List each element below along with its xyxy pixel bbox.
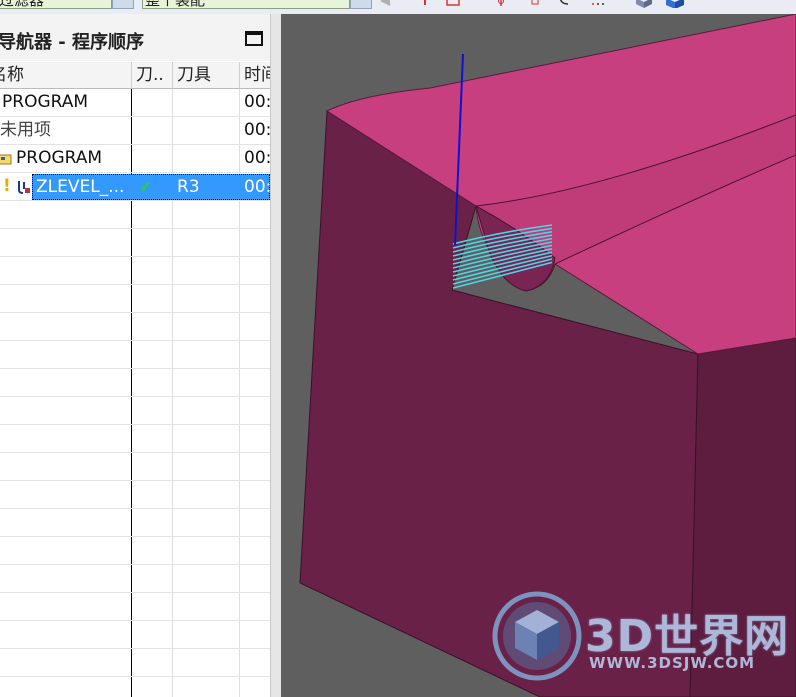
filter-combo[interactable]: 过滤器 [0,0,112,9]
empty-row [0,537,270,565]
watermark: 3D世界网 WWW.3DSJW.COM [491,590,791,690]
empty-row [0,397,270,425]
empty-row [0,481,270,509]
column-header-time[interactable]: 时间 [240,62,270,89]
empty-row [0,565,270,593]
empty-row [0,621,270,649]
empty-row [0,509,270,537]
warning-icon: ! [3,176,11,196]
shaded-cube-icon[interactable] [664,0,686,8]
arrow-left-icon[interactable] [378,0,392,8]
snap-center-icon[interactable] [494,0,508,8]
navigator-title: 工序导航器 - 程序顺序 [0,32,145,53]
row-name: PROGRAM [16,148,103,168]
operation-tool: R3 [177,177,200,197]
path-status-check-icon: ✔ [139,178,152,196]
empty-row [0,425,270,453]
column-header-tool[interactable]: 刀具 [173,62,240,89]
snap-point-icon[interactable] [418,0,432,8]
table-row[interactable]: PROGRAM 00: [0,89,270,117]
selection-highlight[interactable]: ZLEVEL_... ✔ R3 00: [32,174,272,200]
empty-row [0,677,270,697]
empty-row [0,229,270,257]
row-name: PROGRAM [2,92,89,112]
snap-grid-icon[interactable] [590,0,604,8]
view-orient-icon[interactable] [634,0,654,8]
maximize-icon[interactable] [245,31,263,46]
operation-time: 00: [244,177,272,197]
program-group-icon [0,154,12,165]
table-row[interactable]: PROGRAM 00: [0,145,270,173]
navigator-title-bar: 工序导航器 - 程序顺序 [0,14,280,61]
row-name: 未用项 [0,120,51,140]
watermark-url: WWW.3DSJW.COM [589,654,756,672]
column-header-path[interactable]: 刀.. [132,62,173,89]
assembly-dropdown-button[interactable] [350,0,372,9]
graphics-viewport[interactable]: 3D世界网 WWW.3DSJW.COM [281,14,796,697]
top-toolbar: 过滤器 整个装配 [0,0,796,15]
snap-tangent-icon[interactable] [558,0,572,8]
row-time: 00: [244,148,270,168]
empty-row [0,369,270,397]
empty-row [0,593,270,621]
operation-navigator: 工序导航器 - 程序顺序 名称 刀.. 刀具 时间 PROGRAM 00: 未用… [0,14,280,697]
empty-row [0,201,270,229]
watermark-logo-icon [492,591,582,681]
table-row[interactable]: 未用项 00: [0,117,270,145]
empty-row [0,313,270,341]
assembly-combo[interactable]: 整个装配 [142,0,350,9]
snap-end-icon[interactable] [528,0,542,8]
empty-row [0,257,270,285]
snap-box-icon[interactable] [446,0,460,8]
zlevel-operation-icon [18,181,30,194]
filter-dropdown-button[interactable] [112,0,134,9]
empty-row [0,285,270,313]
column-header-name[interactable]: 名称 [0,62,132,89]
empty-row [0,341,270,369]
empty-row [0,649,270,677]
row-time: 00: [244,92,270,112]
row-time: 00: [244,120,270,140]
navigator-table: 名称 刀.. 刀具 时间 PROGRAM 00: 未用项 00: PROGRAM… [0,62,270,697]
operation-name: ZLEVEL_... [36,177,125,197]
empty-row [0,453,270,481]
